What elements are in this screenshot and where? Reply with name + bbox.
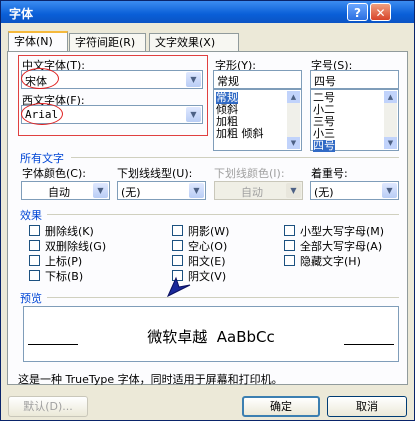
underline-color-value: 自动 xyxy=(241,186,263,199)
preview-sample-text: 微软卓越 AaBbCc xyxy=(147,328,275,346)
checkbox-all-caps[interactable] xyxy=(284,240,295,251)
effects-section: 效果 xyxy=(20,209,42,222)
help-button[interactable]: ? xyxy=(347,3,368,21)
checkbox-superscript[interactable] xyxy=(29,255,40,266)
checkbox-subscript[interactable] xyxy=(29,270,40,281)
triangle-down-icon[interactable]: ▼ xyxy=(287,137,300,149)
font-dialog: 字体 ? ✕ 字体(N) 字符间距(R) 文字效果(X) 中文字体(T): 宋体… xyxy=(0,0,415,421)
triangle-up-icon[interactable]: ▲ xyxy=(384,91,397,103)
divider xyxy=(71,157,399,158)
small-caps-label: 小型大写字母(M) xyxy=(300,225,385,238)
hidden-text-label: 隐藏文字(H) xyxy=(300,255,361,268)
engrave-label: 阴文(V) xyxy=(188,270,227,283)
preview-section: 预览 xyxy=(20,292,42,305)
checkbox-emboss[interactable] xyxy=(172,255,183,266)
list-item[interactable]: 加粗 倾斜 xyxy=(216,128,264,140)
font-size-input[interactable]: 四号 xyxy=(310,70,399,89)
underline-color-select: 自动 ▼ xyxy=(214,181,303,200)
underline-color-label: 下划线颜色(I): xyxy=(214,167,285,180)
font-style-value: 常规 xyxy=(217,75,239,88)
annotation-oval xyxy=(21,68,59,89)
chevron-down-icon: ▼ xyxy=(186,107,201,122)
underline-style-value: (无) xyxy=(121,186,141,199)
divider xyxy=(47,214,399,215)
triangle-up-icon[interactable]: ▲ xyxy=(287,91,300,103)
double-strikethrough-label: 双删除线(G) xyxy=(45,240,107,253)
emboss-label: 阳文(E) xyxy=(188,255,226,268)
emphasis-mark-select[interactable]: (无) ▼ xyxy=(310,181,399,200)
window-title: 字体 xyxy=(9,7,34,21)
font-size-list[interactable]: 二号 小二 三号 小三 四号 ▲ ▼ xyxy=(310,89,399,152)
scrollbar[interactable]: ▲ ▼ xyxy=(287,91,300,149)
font-style-list[interactable]: 常规 倾斜 加粗 加粗 倾斜 ▲ ▼ xyxy=(213,89,302,151)
close-button[interactable]: ✕ xyxy=(370,3,391,21)
checkbox-shadow[interactable] xyxy=(172,225,183,236)
font-color-label: 字体颜色(C): xyxy=(22,167,86,180)
chevron-down-icon: ▼ xyxy=(186,72,201,87)
shadow-label: 阴影(W) xyxy=(188,225,230,238)
all-caps-label: 全部大写字母(A) xyxy=(300,240,383,253)
divider xyxy=(47,297,399,298)
font-size-value: 四号 xyxy=(314,75,336,88)
chevron-down-icon: ▼ xyxy=(93,183,108,198)
strikethrough-label: 删除线(K) xyxy=(45,225,94,238)
chevron-down-icon: ▼ xyxy=(382,183,397,198)
all-text-section: 所有文字 xyxy=(20,152,64,165)
cursor-arrow-icon xyxy=(166,276,191,298)
default-button[interactable]: 默认(D)... xyxy=(8,396,88,417)
preview-note: 这是一种 TrueType 字体，同时适用于屏幕和打印机。 xyxy=(18,373,283,386)
title-bar: 字体 ? ✕ xyxy=(1,1,414,23)
annotation-oval xyxy=(21,103,63,125)
checkbox-small-caps[interactable] xyxy=(284,225,295,236)
triangle-down-icon[interactable]: ▼ xyxy=(384,137,397,149)
checkbox-hidden[interactable] xyxy=(284,255,295,266)
tab-font[interactable]: 字体(N) xyxy=(8,31,68,52)
font-color-value: 自动 xyxy=(48,186,70,199)
cancel-button[interactable]: 取消 xyxy=(327,396,407,417)
list-item[interactable]: 四号 xyxy=(313,140,335,152)
outline-label: 空心(O) xyxy=(188,240,228,253)
underline-style-select[interactable]: (无) ▼ xyxy=(117,181,206,200)
scrollbar[interactable]: ▲ ▼ xyxy=(384,91,397,149)
underline-style-label: 下划线线型(U): xyxy=(117,167,193,180)
subscript-label: 下标(B) xyxy=(45,270,84,283)
ok-button[interactable]: 确定 xyxy=(242,396,320,417)
checkbox-outline[interactable] xyxy=(172,240,183,251)
emphasis-mark-label: 着重号: xyxy=(311,167,348,180)
preview-box: 微软卓越 AaBbCc xyxy=(23,306,399,362)
checkbox-double-strikethrough[interactable] xyxy=(29,240,40,251)
chevron-down-icon: ▼ xyxy=(189,183,204,198)
font-style-input[interactable]: 常规 xyxy=(213,70,302,89)
superscript-label: 上标(P) xyxy=(45,255,83,268)
tab-text-effects[interactable]: 文字效果(X) xyxy=(149,33,239,51)
checkbox-strikethrough[interactable] xyxy=(29,225,40,236)
font-color-select[interactable]: 自动 ▼ xyxy=(21,181,110,200)
chevron-down-icon: ▼ xyxy=(286,183,301,198)
tab-character-spacing[interactable]: 字符间距(R) xyxy=(69,33,146,51)
emphasis-mark-value: (无) xyxy=(314,186,334,199)
